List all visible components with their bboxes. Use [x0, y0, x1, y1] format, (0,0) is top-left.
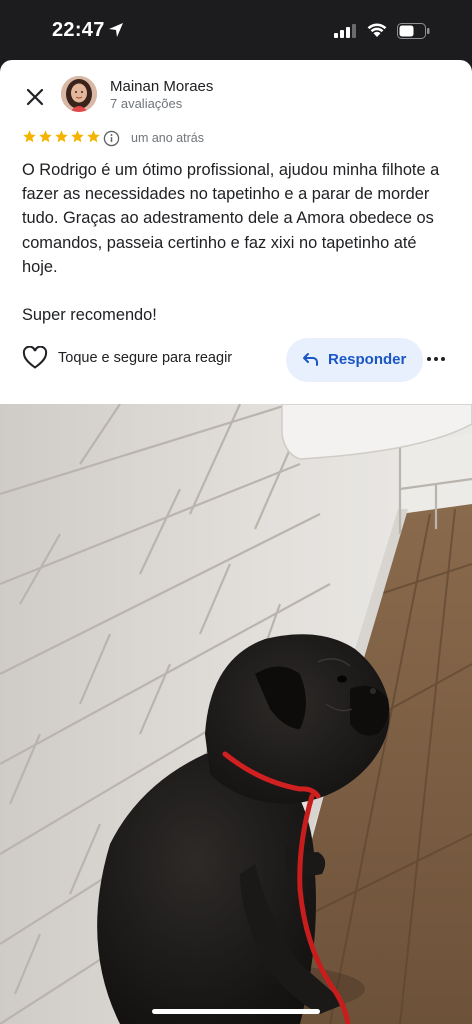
status-bar: 22:47	[0, 0, 472, 62]
reply-label: Responder	[328, 351, 407, 368]
close-icon[interactable]	[22, 84, 48, 110]
review-count: 7 avaliações	[110, 96, 183, 111]
reply-button[interactable]: Responder	[286, 338, 423, 382]
info-icon[interactable]	[103, 130, 120, 147]
status-time: 22:47	[52, 19, 105, 41]
location-arrow-icon	[109, 23, 123, 37]
star-icon	[55, 130, 68, 143]
star-rating	[22, 129, 101, 147]
signal-icon	[334, 24, 356, 38]
review-photo[interactable]	[0, 404, 472, 1024]
avatar[interactable]	[61, 76, 97, 112]
star-icon	[87, 130, 100, 143]
star-icon	[39, 130, 52, 143]
review-text: O Rodrigo é um ótimo profissional, ajudo…	[22, 161, 440, 325]
wifi-icon	[367, 23, 387, 37]
more-icon[interactable]	[425, 347, 447, 371]
star-icon	[23, 130, 36, 143]
star-icon	[71, 130, 84, 143]
react-button[interactable]: Toque e segure para reagir	[22, 346, 232, 370]
home-indicator[interactable]	[152, 1009, 320, 1014]
reviewer-name[interactable]: Mainan Moraes	[110, 78, 213, 95]
reply-arrow-icon	[303, 353, 318, 366]
heart-icon	[22, 346, 48, 369]
review-sheet: Mainan Moraes 7 avaliações um ano atrás …	[0, 60, 472, 1024]
review-date: um ano atrás	[131, 131, 204, 145]
react-label: Toque e segure para reagir	[58, 350, 233, 366]
battery-icon	[397, 23, 430, 39]
